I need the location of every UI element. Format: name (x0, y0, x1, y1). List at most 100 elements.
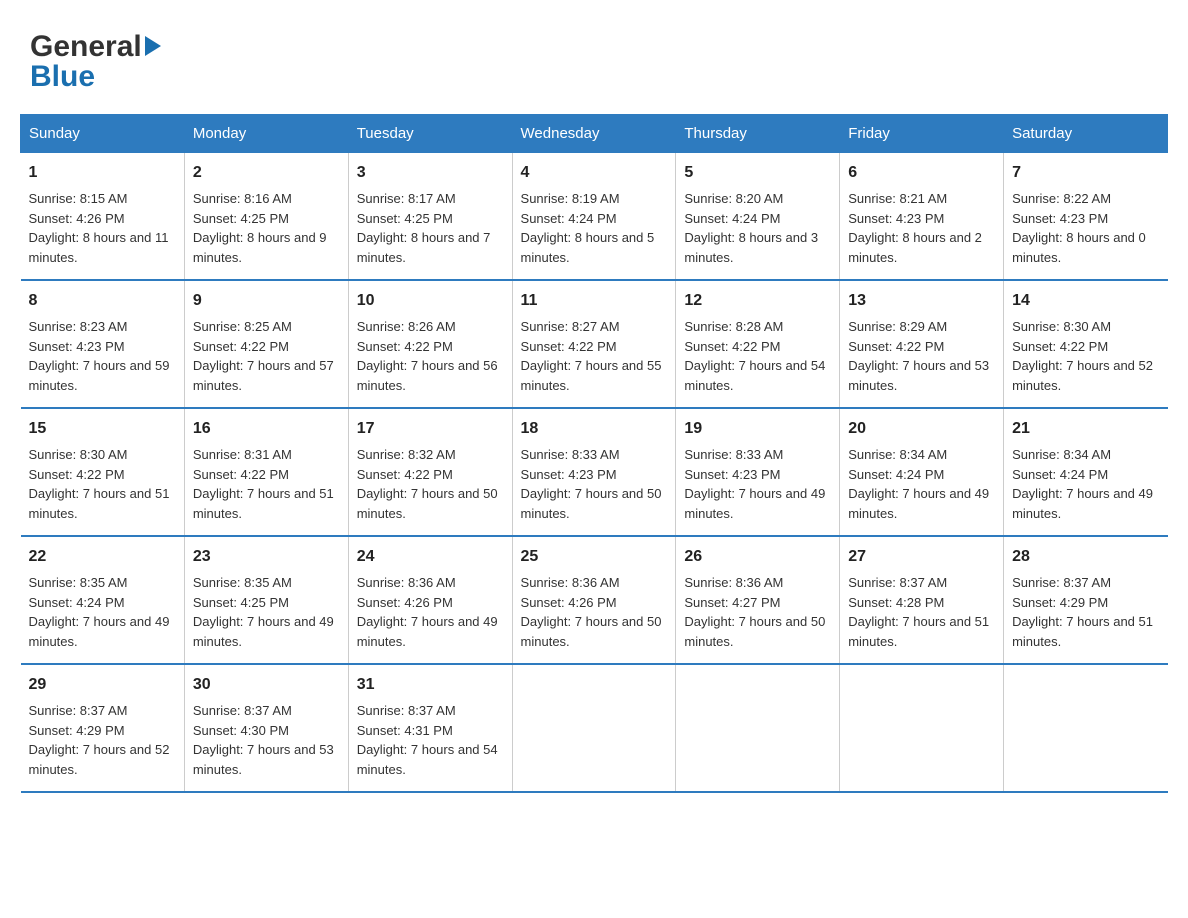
calendar-cell: 21 Sunrise: 8:34 AMSunset: 4:24 PMDayligh… (1004, 408, 1168, 536)
calendar-cell: 24 Sunrise: 8:36 AMSunset: 4:26 PMDayligh… (348, 536, 512, 664)
day-info: Sunrise: 8:34 AMSunset: 4:24 PMDaylight:… (848, 447, 989, 521)
calendar-cell: 6Sunrise: 8:21 AMSunset: 4:23 PMDaylight… (840, 153, 1004, 281)
day-info: Sunrise: 8:15 AMSunset: 4:26 PMDaylight:… (29, 191, 169, 265)
day-number: 30 (193, 673, 340, 697)
day-number: 22 (29, 545, 176, 569)
day-number: 4 (521, 161, 668, 185)
day-number: 31 (357, 673, 504, 697)
day-info: Sunrise: 8:27 AMSunset: 4:22 PMDaylight:… (521, 319, 662, 393)
day-info: Sunrise: 8:36 AMSunset: 4:26 PMDaylight:… (357, 575, 498, 649)
calendar-cell (1004, 664, 1168, 792)
day-number: 14 (1012, 289, 1159, 313)
week-row-1: 1Sunrise: 8:15 AMSunset: 4:26 PMDaylight… (21, 153, 1168, 281)
day-info: Sunrise: 8:33 AMSunset: 4:23 PMDaylight:… (521, 447, 662, 521)
calendar-cell: 9 Sunrise: 8:25 AMSunset: 4:22 PMDaylight… (184, 280, 348, 408)
calendar-cell: 11 Sunrise: 8:27 AMSunset: 4:22 PMDayligh… (512, 280, 676, 408)
calendar-cell: 30 Sunrise: 8:37 AMSunset: 4:30 PMDayligh… (184, 664, 348, 792)
calendar-cell: 5 Sunrise: 8:20 AMSunset: 4:24 PMDaylight… (676, 153, 840, 281)
day-info: Sunrise: 8:35 AMSunset: 4:25 PMDaylight:… (193, 575, 334, 649)
calendar-cell (676, 664, 840, 792)
calendar-cell (840, 664, 1004, 792)
col-header-wednesday: Wednesday (512, 115, 676, 153)
day-number: 21 (1012, 417, 1159, 441)
calendar-cell: 23Sunrise: 8:35 AMSunset: 4:25 PMDayligh… (184, 536, 348, 664)
day-number: 5 (684, 161, 831, 185)
calendar-cell: 8Sunrise: 8:23 AMSunset: 4:23 PMDaylight… (21, 280, 185, 408)
day-number: 18 (521, 417, 668, 441)
day-info: Sunrise: 8:37 AMSunset: 4:28 PMDaylight:… (848, 575, 989, 649)
day-info: Sunrise: 8:28 AMSunset: 4:22 PMDaylight:… (684, 319, 825, 393)
day-number: 3 (357, 161, 504, 185)
calendar-header-row: SundayMondayTuesdayWednesdayThursdayFrid… (21, 115, 1168, 153)
logo-triangle-icon (145, 36, 161, 56)
page-header: General Blue (20, 20, 1168, 94)
calendar-cell: 16Sunrise: 8:31 AMSunset: 4:22 PMDayligh… (184, 408, 348, 536)
day-number: 24 (357, 545, 504, 569)
day-number: 11 (521, 289, 668, 313)
day-number: 17 (357, 417, 504, 441)
day-number: 25 (521, 545, 668, 569)
day-number: 20 (848, 417, 995, 441)
day-info: Sunrise: 8:26 AMSunset: 4:22 PMDaylight:… (357, 319, 498, 393)
day-info: Sunrise: 8:17 AMSunset: 4:25 PMDaylight:… (357, 191, 491, 265)
calendar-cell: 27Sunrise: 8:37 AMSunset: 4:28 PMDayligh… (840, 536, 1004, 664)
week-row-4: 22 Sunrise: 8:35 AMSunset: 4:24 PMDayligh… (21, 536, 1168, 664)
day-info: Sunrise: 8:22 AMSunset: 4:23 PMDaylight:… (1012, 191, 1146, 265)
day-info: Sunrise: 8:37 AMSunset: 4:30 PMDaylight:… (193, 703, 334, 777)
day-number: 26 (684, 545, 831, 569)
col-header-friday: Friday (840, 115, 1004, 153)
day-number: 8 (29, 289, 176, 313)
calendar-cell: 15 Sunrise: 8:30 AMSunset: 4:22 PMDayligh… (21, 408, 185, 536)
calendar-cell: 17 Sunrise: 8:32 AMSunset: 4:22 PMDayligh… (348, 408, 512, 536)
day-info: Sunrise: 8:36 AMSunset: 4:26 PMDaylight:… (521, 575, 662, 649)
logo-blue-text: Blue (30, 60, 95, 94)
day-info: Sunrise: 8:20 AMSunset: 4:24 PMDaylight:… (684, 191, 818, 265)
day-number: 2 (193, 161, 340, 185)
calendar-cell: 28 Sunrise: 8:37 AMSunset: 4:29 PMDayligh… (1004, 536, 1168, 664)
logo-general-text: General (30, 30, 142, 64)
day-number: 6 (848, 161, 995, 185)
calendar-cell: 20 Sunrise: 8:34 AMSunset: 4:24 PMDayligh… (840, 408, 1004, 536)
day-number: 28 (1012, 545, 1159, 569)
col-header-thursday: Thursday (676, 115, 840, 153)
day-info: Sunrise: 8:29 AMSunset: 4:22 PMDaylight:… (848, 319, 989, 393)
calendar-cell (512, 664, 676, 792)
day-info: Sunrise: 8:34 AMSunset: 4:24 PMDaylight:… (1012, 447, 1153, 521)
day-info: Sunrise: 8:37 AMSunset: 4:29 PMDaylight:… (29, 703, 170, 777)
calendar-cell: 3 Sunrise: 8:17 AMSunset: 4:25 PMDaylight… (348, 153, 512, 281)
day-info: Sunrise: 8:32 AMSunset: 4:22 PMDaylight:… (357, 447, 498, 521)
col-header-monday: Monday (184, 115, 348, 153)
day-info: Sunrise: 8:16 AMSunset: 4:25 PMDaylight:… (193, 191, 327, 265)
day-info: Sunrise: 8:19 AMSunset: 4:24 PMDaylight:… (521, 191, 655, 265)
day-number: 19 (684, 417, 831, 441)
day-info: Sunrise: 8:30 AMSunset: 4:22 PMDaylight:… (1012, 319, 1153, 393)
calendar-cell: 22 Sunrise: 8:35 AMSunset: 4:24 PMDayligh… (21, 536, 185, 664)
calendar-cell: 14 Sunrise: 8:30 AMSunset: 4:22 PMDayligh… (1004, 280, 1168, 408)
logo: General Blue (30, 30, 161, 94)
day-number: 10 (357, 289, 504, 313)
calendar-cell: 31 Sunrise: 8:37 AMSunset: 4:31 PMDayligh… (348, 664, 512, 792)
week-row-2: 8Sunrise: 8:23 AMSunset: 4:23 PMDaylight… (21, 280, 1168, 408)
day-info: Sunrise: 8:30 AMSunset: 4:22 PMDaylight:… (29, 447, 170, 521)
day-info: Sunrise: 8:25 AMSunset: 4:22 PMDaylight:… (193, 319, 334, 393)
calendar-cell: 7 Sunrise: 8:22 AMSunset: 4:23 PMDaylight… (1004, 153, 1168, 281)
week-row-5: 29 Sunrise: 8:37 AMSunset: 4:29 PMDayligh… (21, 664, 1168, 792)
week-row-3: 15 Sunrise: 8:30 AMSunset: 4:22 PMDayligh… (21, 408, 1168, 536)
day-number: 9 (193, 289, 340, 313)
calendar-cell: 2 Sunrise: 8:16 AMSunset: 4:25 PMDaylight… (184, 153, 348, 281)
day-info: Sunrise: 8:35 AMSunset: 4:24 PMDaylight:… (29, 575, 170, 649)
day-number: 13 (848, 289, 995, 313)
day-info: Sunrise: 8:37 AMSunset: 4:31 PMDaylight:… (357, 703, 498, 777)
day-number: 16 (193, 417, 340, 441)
day-number: 29 (29, 673, 176, 697)
calendar-table: SundayMondayTuesdayWednesdayThursdayFrid… (20, 114, 1168, 793)
calendar-cell: 18 Sunrise: 8:33 AMSunset: 4:23 PMDayligh… (512, 408, 676, 536)
calendar-cell: 19Sunrise: 8:33 AMSunset: 4:23 PMDayligh… (676, 408, 840, 536)
day-info: Sunrise: 8:37 AMSunset: 4:29 PMDaylight:… (1012, 575, 1153, 649)
calendar-cell: 29 Sunrise: 8:37 AMSunset: 4:29 PMDayligh… (21, 664, 185, 792)
day-number: 15 (29, 417, 176, 441)
calendar-cell: 26Sunrise: 8:36 AMSunset: 4:27 PMDayligh… (676, 536, 840, 664)
calendar-cell: 10 Sunrise: 8:26 AMSunset: 4:22 PMDayligh… (348, 280, 512, 408)
day-number: 7 (1012, 161, 1159, 185)
col-header-tuesday: Tuesday (348, 115, 512, 153)
